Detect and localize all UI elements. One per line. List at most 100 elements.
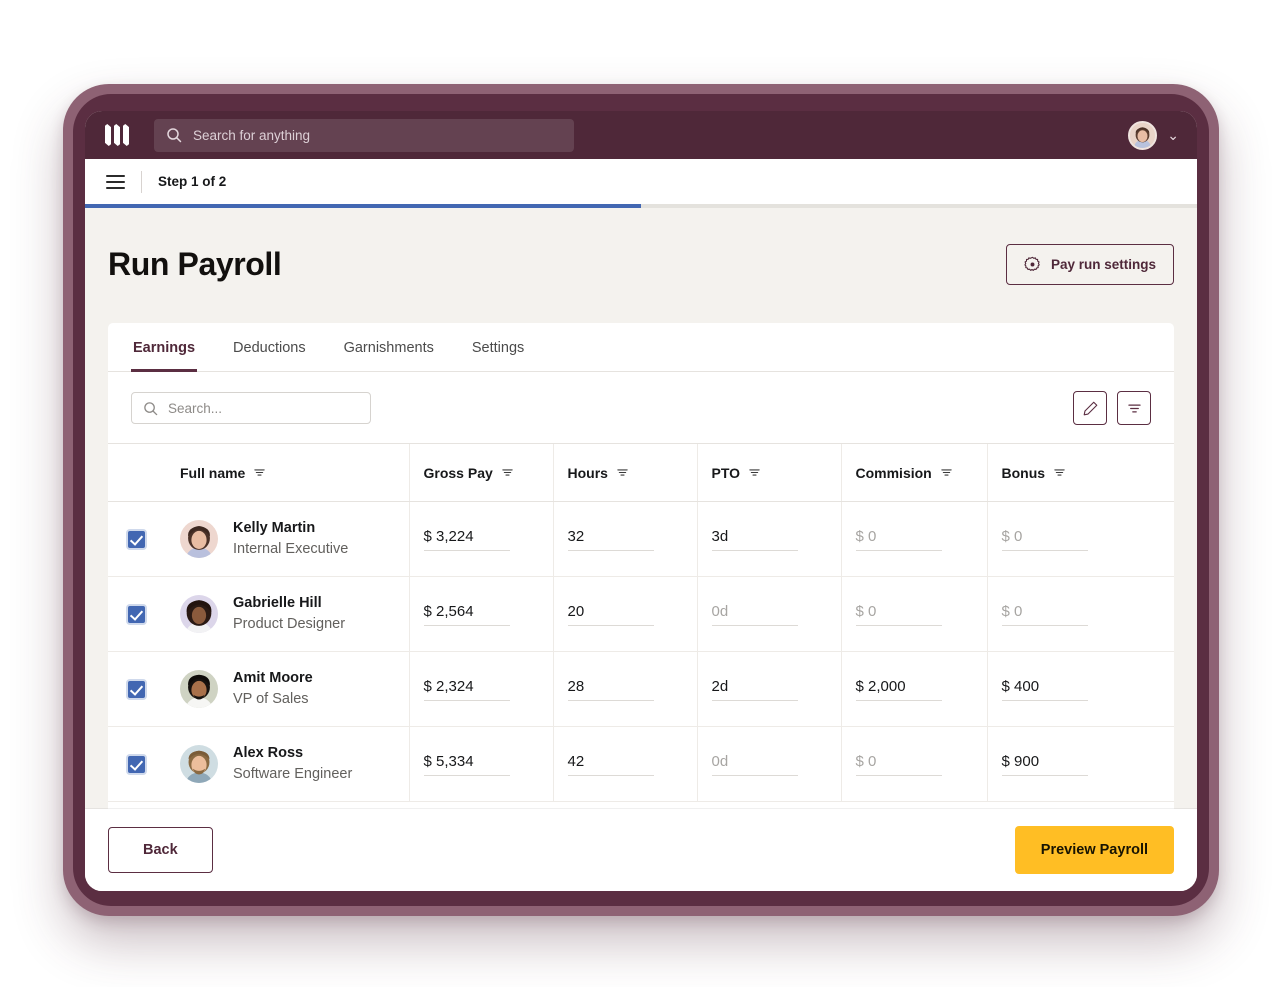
filter-button[interactable]: [1117, 391, 1151, 425]
employee-role: Software Engineer: [233, 766, 353, 782]
table-row: Amit Moore VP of Sales $ 2,324 28 2d $ 2,000 $…: [108, 651, 1174, 727]
user-avatar[interactable]: [1128, 120, 1158, 150]
remote-logo-icon[interactable]: [105, 124, 131, 146]
sort-icon[interactable]: [501, 466, 514, 479]
pto-input[interactable]: 2d: [711, 678, 798, 701]
gross-pay-cell: $ 2,324: [408, 651, 553, 727]
hours-input[interactable]: 28: [567, 678, 654, 701]
bonus-input[interactable]: $ 0: [1001, 528, 1088, 551]
table-header-row: Full name Gross Pay Hours PTO Commision Bonus: [108, 443, 1174, 502]
tab-settings[interactable]: Settings: [470, 323, 526, 372]
tab-earnings[interactable]: Earnings: [131, 323, 198, 372]
commision-input[interactable]: $ 0: [855, 603, 942, 626]
column-header-bonus[interactable]: Bonus: [986, 443, 1174, 502]
bonus-input[interactable]: $ 400: [1001, 678, 1088, 701]
column-header-commision[interactable]: Commision: [840, 443, 987, 502]
column-header-pto[interactable]: PTO: [696, 443, 841, 502]
row-checkbox[interactable]: [128, 680, 145, 698]
pto-input[interactable]: 0d: [711, 603, 798, 626]
step-bar: Step 1 of 2: [85, 159, 1197, 204]
employee-cell: Amit Moore VP of Sales: [166, 651, 409, 727]
column-header-full-name[interactable]: Full name: [166, 443, 409, 502]
hours-cell: 42: [552, 726, 697, 802]
bonus-cell: $ 900: [986, 726, 1174, 802]
sort-icon[interactable]: [253, 466, 266, 479]
gear-icon: [1024, 256, 1040, 271]
tab-garnishments[interactable]: Garnishments: [342, 323, 436, 372]
pto-cell: 0d: [696, 576, 841, 652]
column-header-label: Hours: [567, 464, 608, 481]
step-divider: [141, 170, 142, 193]
gross-pay-input[interactable]: $ 2,324: [423, 678, 510, 701]
pto-input[interactable]: 0d: [711, 753, 798, 776]
bonus-cell: $ 0: [986, 576, 1174, 652]
sort-icon[interactable]: [1053, 466, 1066, 479]
payroll-card: Earnings Deductions Garnishments Settings S…: [108, 323, 1174, 883]
tab-list: Earnings Deductions Garnishments Settings: [108, 323, 1174, 372]
employee-name: Kelly Martin: [233, 520, 316, 537]
hours-cell: 20: [552, 576, 697, 652]
bonus-cell: $ 0: [986, 501, 1174, 577]
gross-pay-input[interactable]: $ 3,224: [423, 528, 510, 551]
commision-input[interactable]: $ 0: [855, 528, 942, 551]
table-row: Alex Ross Software Engineer $ 5,334 42 0d $ 0…: [108, 726, 1174, 802]
employee-name: Alex Ross: [233, 745, 304, 762]
row-checkbox[interactable]: [128, 530, 145, 548]
global-search-input[interactable]: Search for anything: [154, 118, 574, 152]
hours-input[interactable]: 32: [567, 528, 654, 551]
commision-input[interactable]: $ 0: [855, 753, 942, 776]
row-checkbox-cell: [108, 501, 166, 577]
hours-input[interactable]: 20: [567, 603, 654, 626]
edit-button[interactable]: [1073, 391, 1107, 425]
column-header-label: Commision: [855, 464, 932, 481]
table-row: Gabrielle Hill Product Designer $ 2,564 20 0…: [108, 576, 1174, 652]
menu-icon[interactable]: [106, 174, 125, 189]
employee-avatar: [180, 595, 218, 633]
pto-input[interactable]: 3d: [711, 528, 798, 551]
back-button[interactable]: Back: [108, 827, 213, 873]
pay-run-settings-button[interactable]: Pay run settings: [1005, 244, 1174, 285]
step-progress-bar: [85, 204, 1197, 208]
avatar-photo: [1130, 122, 1156, 148]
pto-cell: 3d: [696, 501, 841, 577]
sort-icon[interactable]: [940, 466, 953, 479]
chevron-down-icon[interactable]: ⌄: [1167, 128, 1179, 142]
commision-cell: $ 0: [840, 726, 987, 802]
sort-icon[interactable]: [748, 466, 761, 479]
sort-icon[interactable]: [616, 466, 629, 479]
search-icon: [144, 401, 158, 415]
bonus-input[interactable]: $ 0: [1001, 603, 1088, 626]
employee-cell: Gabrielle Hill Product Designer: [166, 576, 409, 652]
step-progress-fill: [85, 204, 641, 208]
column-header-hours[interactable]: Hours: [552, 443, 697, 502]
footer-action-bar: Back Preview Payroll: [85, 809, 1197, 891]
page-title: Run Payroll: [108, 246, 282, 282]
gross-pay-cell: $ 3,224: [408, 501, 553, 577]
commision-cell: $ 0: [840, 576, 987, 652]
commision-input[interactable]: $ 2,000: [855, 678, 942, 701]
preview-payroll-button[interactable]: Preview Payroll: [1014, 826, 1174, 874]
gross-pay-cell: $ 5,334: [408, 726, 553, 802]
hours-cell: 32: [552, 501, 697, 577]
tab-deductions[interactable]: Deductions: [231, 323, 308, 372]
account-area: ⌄: [1128, 120, 1179, 150]
employee-role: Product Designer: [233, 616, 346, 632]
column-header-label: Bonus: [1001, 464, 1046, 481]
gross-pay-input[interactable]: $ 2,564: [423, 603, 510, 626]
row-checkbox[interactable]: [128, 605, 145, 623]
gross-pay-input[interactable]: $ 5,334: [423, 753, 510, 776]
hours-cell: 28: [552, 651, 697, 727]
employee-cell: Alex Ross Software Engineer: [166, 726, 409, 802]
employee-avatar: [180, 745, 218, 783]
table-row: Kelly Martin Internal Executive $ 3,224 32 3…: [108, 501, 1174, 577]
column-header-gross-pay[interactable]: Gross Pay: [408, 443, 553, 502]
table-search-input[interactable]: Search...: [131, 392, 371, 424]
table-toolbar: Search...: [108, 372, 1174, 443]
row-checkbox-cell: [108, 651, 166, 727]
bonus-input[interactable]: $ 900: [1001, 753, 1088, 776]
employee-name: Amit Moore: [233, 670, 313, 687]
hours-input[interactable]: 42: [567, 753, 654, 776]
column-header-select: [108, 443, 166, 502]
filter-icon: [1127, 404, 1141, 412]
row-checkbox[interactable]: [128, 755, 145, 773]
